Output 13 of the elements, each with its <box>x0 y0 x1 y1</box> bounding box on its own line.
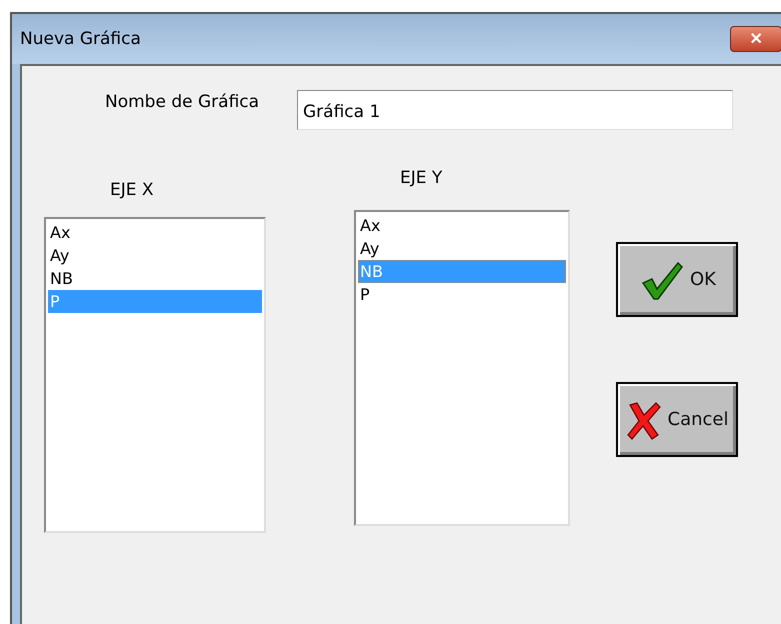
list-item[interactable]: P <box>358 283 566 306</box>
list-item[interactable]: NB <box>48 267 262 290</box>
cancel-button[interactable]: Cancel <box>616 382 738 457</box>
list-heading: EJE X <box>110 180 155 200</box>
list-item[interactable]: Ax <box>358 214 566 237</box>
list-item[interactable]: Ay <box>358 237 566 260</box>
list-heading: EJE Y <box>400 168 444 188</box>
name-field[interactable]: Gráfica 1 <box>297 90 733 130</box>
list-item[interactable]: Ay <box>48 244 262 267</box>
field-label: Nombe de Gráfica <box>105 92 260 112</box>
window-title: Nueva Gráfica <box>20 29 141 49</box>
list-item[interactable]: Ax <box>48 221 262 244</box>
ok-button[interactable]: OK <box>616 242 738 317</box>
